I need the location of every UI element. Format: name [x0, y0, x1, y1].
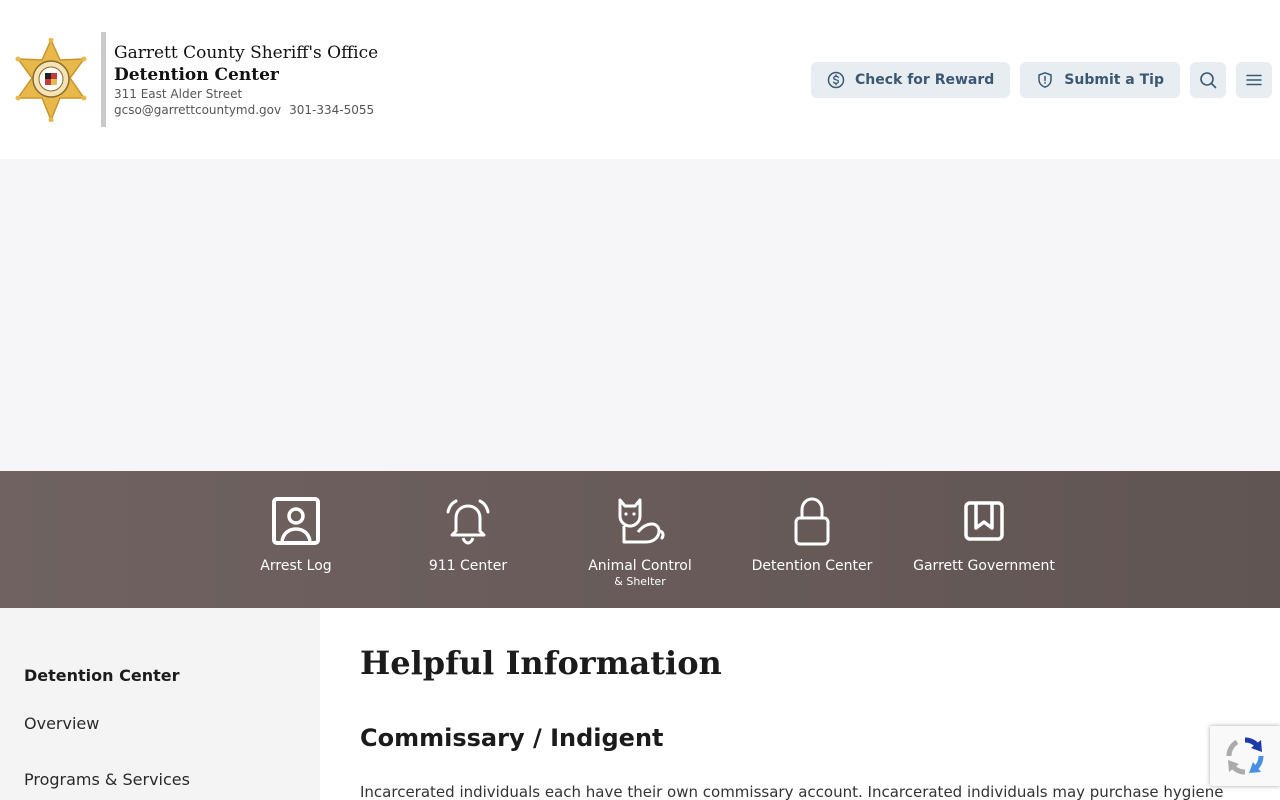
section-heading: Commissary / Indigent [360, 724, 664, 752]
quick-link-label: Garrett Government [913, 558, 1055, 574]
menu-button[interactable] [1236, 62, 1272, 98]
shield-alert-icon [1038, 72, 1053, 88]
lock-icon [786, 495, 838, 547]
sheriff-star-badge-icon[interactable] [14, 38, 88, 122]
header-divider [101, 32, 106, 127]
site-header: Garrett County Sheriff's Office Detentio… [0, 0, 1280, 159]
search-icon [1200, 72, 1217, 89]
quick-link-garrett-government[interactable]: Garrett Government [898, 495, 1070, 589]
recaptcha-icon [1226, 737, 1264, 775]
org-address: 311 East Alder Street [114, 87, 243, 101]
quick-link-animal-control[interactable]: Animal Control & Shelter [554, 495, 726, 589]
org-email[interactable]: gcso@garrettcountymd.gov [114, 103, 281, 117]
recaptcha-badge[interactable] [1210, 726, 1280, 786]
sidebar-title[interactable]: Detention Center [24, 666, 179, 685]
sidebar: Detention Center Overview Programs & Ser… [0, 608, 320, 800]
quick-link-label: Arrest Log [260, 558, 332, 574]
check-for-reward-button[interactable]: Check for Reward [810, 62, 1011, 98]
bell-icon [442, 495, 494, 547]
search-button[interactable] [1190, 62, 1226, 98]
sidebar-item-overview[interactable]: Overview [24, 714, 99, 733]
quick-link-label: Detention Center [751, 558, 873, 574]
quick-links: Arrest Log 911 Center Animal Control & S… [210, 495, 1070, 589]
org-phone[interactable]: 301-334-5055 [289, 103, 374, 117]
bookmark-book-icon [958, 495, 1010, 547]
org-contact: gcso@garrettcountymd.gov 301-334-5055 [114, 102, 378, 118]
dollar-circle-icon [827, 71, 845, 89]
id-card-icon [270, 495, 322, 547]
org-info: Garrett County Sheriff's Office Detentio… [114, 42, 378, 118]
department-name[interactable]: Detention Center [114, 64, 378, 86]
submit-a-tip-label: Submit a Tip [1064, 72, 1164, 88]
main-content: Helpful Information Commissary / Indigen… [320, 608, 1280, 800]
quick-link-label: 911 Center [428, 558, 508, 574]
section-paragraph: Incarcerated individuals each have their… [360, 783, 1224, 800]
check-for-reward-label: Check for Reward [854, 72, 995, 88]
quick-link-arrest-log[interactable]: Arrest Log [210, 495, 382, 589]
sidebar-item-programs-services[interactable]: Programs & Services [24, 770, 190, 789]
page-title: Helpful Information [360, 644, 722, 682]
cat-icon [614, 495, 666, 547]
menu-icon [1246, 74, 1262, 86]
submit-a-tip-button[interactable]: Submit a Tip [1020, 62, 1180, 98]
quick-link-label: Animal Control [588, 558, 692, 574]
org-name[interactable]: Garrett County Sheriff's Office [114, 42, 378, 64]
quick-link-911-center[interactable]: 911 Center [382, 495, 554, 589]
header-actions: Check for Reward Submit a Tip [810, 62, 1272, 98]
quick-link-detention-center[interactable]: Detention Center [726, 495, 898, 589]
quick-links-band: Arrest Log 911 Center Animal Control & S… [0, 471, 1280, 608]
quick-link-sublabel: & Shelter [614, 575, 666, 588]
hero-banner [0, 159, 1280, 471]
